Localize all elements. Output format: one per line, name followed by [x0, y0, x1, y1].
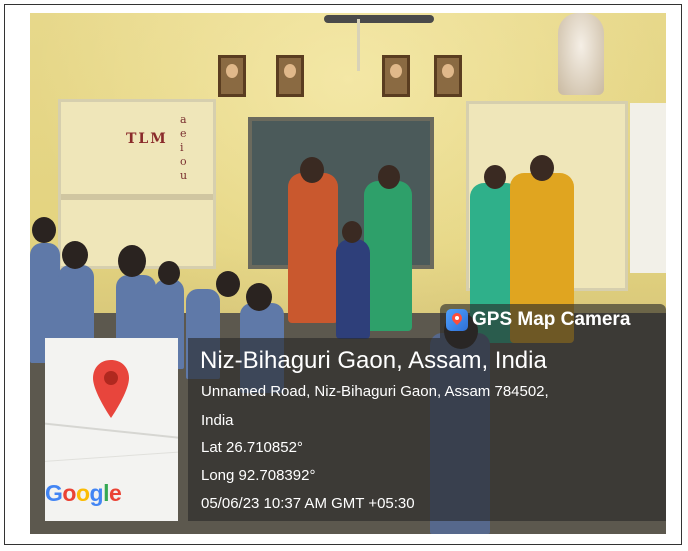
address-line-1: Unnamed Road, Niz-Bihaguri Gaon, Assam 7… — [201, 383, 549, 400]
student-girl — [336, 239, 370, 339]
portrait-4 — [434, 55, 462, 97]
teacher-1-head — [300, 157, 324, 183]
kid-4-head — [158, 261, 180, 285]
vowel-chart: a e i o u — [180, 113, 188, 182]
map-road — [45, 421, 178, 441]
address-line-2: India — [201, 412, 234, 429]
teacher-4-head — [530, 155, 554, 181]
kid-1-head — [32, 217, 56, 243]
longitude: Long 92.708392° — [201, 467, 316, 484]
map-road-2 — [45, 450, 178, 463]
kid-2-head — [62, 241, 88, 269]
portrait-1 — [218, 55, 246, 97]
window — [630, 103, 666, 273]
app-tag: GPS Map Camera — [440, 304, 666, 338]
portrait-3 — [382, 55, 410, 97]
kid-3-head — [118, 245, 146, 277]
teacher-1 — [288, 173, 338, 323]
kid-6-head — [246, 283, 272, 311]
google-logo: Google — [45, 480, 122, 506]
map-thumbnail: Google — [45, 338, 178, 521]
kid-5-head — [216, 271, 240, 297]
student-girl-head — [342, 221, 362, 243]
teacher-2 — [364, 181, 412, 331]
timestamp: 05/06/23 10:37 AM GMT +05:30 — [201, 495, 415, 512]
app-name: GPS Map Camera — [472, 309, 631, 330]
saraswati-idol — [558, 13, 604, 95]
ceiling-fan — [324, 15, 434, 23]
gps-map-camera-icon — [446, 309, 468, 331]
map-pin-icon — [93, 360, 129, 418]
tlm-sign: TLM — [126, 131, 168, 147]
place-title: Niz-Bihaguri Gaon, Assam, India — [200, 347, 547, 374]
fan-rod — [357, 19, 360, 71]
teacher-2-head — [378, 165, 400, 189]
teacher-3-head — [484, 165, 506, 189]
portrait-2 — [276, 55, 304, 97]
latitude: Lat 26.710852° — [201, 439, 303, 456]
